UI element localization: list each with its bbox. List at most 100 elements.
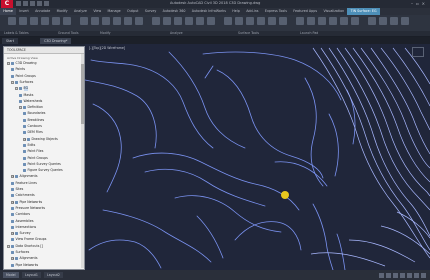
- viewport-controls[interactable]: [-][Top][2D Wireframe]: [89, 46, 125, 50]
- tree-node[interactable]: - Surfaces: [11, 80, 33, 85]
- tree-node[interactable]: View Frame Groups: [11, 237, 46, 242]
- tree-node[interactable]: - Definition: [19, 105, 43, 110]
- workspace-icon[interactable]: [414, 273, 419, 278]
- tree-node[interactable]: Intersections: [11, 225, 36, 230]
- snap-icon[interactable]: [386, 273, 391, 278]
- viewcube[interactable]: [412, 47, 424, 57]
- tree-node[interactable]: Figure Survey Queries: [23, 168, 63, 173]
- ribbon-tool-icon[interactable]: [390, 17, 398, 25]
- ribbon-tool-icon[interactable]: [368, 17, 376, 25]
- app-menu-button[interactable]: C: [1, 0, 13, 8]
- ribbon-panel-label[interactable]: Analyze: [170, 31, 183, 36]
- polar-icon[interactable]: [400, 273, 405, 278]
- tree-node[interactable]: Point Groups: [23, 156, 48, 161]
- tree-expander[interactable]: -: [19, 106, 22, 110]
- ribbon-tool-icon[interactable]: [340, 17, 348, 25]
- ribbon-tab[interactable]: Autodesk InfraWorks: [189, 8, 230, 15]
- tree-node[interactable]: DEM Files: [23, 130, 43, 135]
- ribbon-tool-icon[interactable]: [30, 17, 38, 25]
- ribbon-tab[interactable]: Home: [0, 8, 17, 15]
- ribbon-tab[interactable]: Survey: [142, 8, 160, 15]
- tree-node[interactable]: - Data Shortcuts []: [7, 244, 43, 249]
- tree-expander[interactable]: +: [11, 175, 14, 179]
- tab-layout2[interactable]: Layout2: [44, 272, 63, 278]
- open-icon[interactable]: [23, 1, 28, 6]
- tree-expander[interactable]: -: [11, 80, 14, 84]
- scrollbar-thumb[interactable]: [81, 64, 84, 124]
- ribbon-tool-icon[interactable]: [351, 17, 359, 25]
- ribbon-tool-icon[interactable]: [163, 17, 171, 25]
- ortho-icon[interactable]: [393, 273, 398, 278]
- tree-expander[interactable]: -: [15, 87, 18, 91]
- ribbon-tab[interactable]: Visualization: [320, 8, 347, 15]
- ribbon-panel-label[interactable]: Ground Tools: [58, 31, 79, 36]
- ribbon-tool-icon[interactable]: [19, 17, 27, 25]
- ribbon-tool-icon[interactable]: [80, 17, 88, 25]
- ribbon-tool-icon[interactable]: [174, 17, 182, 25]
- ribbon-tool-icon[interactable]: [63, 17, 71, 25]
- tree-node[interactable]: Point Groups: [11, 74, 36, 79]
- tree-node[interactable]: + Survey: [11, 231, 31, 236]
- tree-node[interactable]: + Pipe Networks: [11, 200, 42, 205]
- tree-node[interactable]: Edits: [23, 143, 35, 148]
- tree-node[interactable]: Masks: [19, 93, 33, 98]
- tab-layout1[interactable]: Layout1: [22, 272, 41, 278]
- ribbon-tab[interactable]: Express Tools: [262, 8, 290, 15]
- new-icon[interactable]: [16, 1, 21, 6]
- tree-node[interactable]: Catchments: [11, 193, 35, 198]
- file-tab-start[interactable]: Start: [2, 38, 19, 44]
- file-tab-drawing[interactable]: C3D Drawing*: [40, 38, 72, 44]
- tree-node[interactable]: Pipe Networks: [11, 263, 38, 268]
- ribbon-tool-icon[interactable]: [152, 17, 160, 25]
- ribbon-tool-icon[interactable]: [401, 17, 409, 25]
- ribbon-tool-icon[interactable]: [8, 17, 16, 25]
- ribbon-tool-icon[interactable]: [207, 17, 215, 25]
- ribbon-tool-icon[interactable]: [257, 17, 265, 25]
- redo-icon[interactable]: [44, 1, 49, 6]
- tree-node[interactable]: Contours: [23, 124, 42, 129]
- ribbon-tool-icon[interactable]: [307, 17, 315, 25]
- tree-node[interactable]: Breaklines: [23, 118, 44, 123]
- tree-node[interactable]: Corridors: [11, 212, 30, 217]
- ribbon-tab[interactable]: Manage: [104, 8, 123, 15]
- tree-node[interactable]: Surfaces: [11, 250, 29, 255]
- tree-expander[interactable]: +: [23, 137, 26, 141]
- tree-node[interactable]: Boundaries: [23, 111, 45, 116]
- drawing-canvas[interactable]: [-][Top][2D Wireframe]: [85, 44, 430, 270]
- undo-icon[interactable]: [37, 1, 42, 6]
- grid-icon[interactable]: [379, 273, 384, 278]
- osnap-icon[interactable]: [407, 273, 412, 278]
- ribbon-tab[interactable]: Analyze: [71, 8, 90, 15]
- tree-node[interactable]: Feature Lines: [11, 181, 37, 186]
- ribbon-tool-icon[interactable]: [113, 17, 121, 25]
- tree-expander[interactable]: -: [7, 244, 10, 248]
- ribbon-tool-icon[interactable]: [196, 17, 204, 25]
- tree-node[interactable]: + Drawing Objects: [23, 137, 58, 142]
- ribbon-tab[interactable]: View: [90, 8, 104, 15]
- ribbon-tab[interactable]: Modify: [53, 8, 70, 15]
- tree-node[interactable]: - C3D Drawing: [7, 61, 36, 66]
- customize-icon[interactable]: [421, 273, 426, 278]
- ribbon-tool-icon[interactable]: [296, 17, 304, 25]
- ribbon-panel-label[interactable]: Modify: [100, 31, 111, 36]
- ribbon-tool-icon[interactable]: [135, 17, 143, 25]
- tree-node[interactable]: Point Files: [23, 149, 43, 154]
- ribbon-tool-icon[interactable]: [268, 17, 276, 25]
- ribbon-tab[interactable]: TIN Surface: EG: [347, 8, 380, 15]
- ribbon-tool-icon[interactable]: [379, 17, 387, 25]
- tab-model[interactable]: Model: [3, 272, 19, 278]
- ribbon-tab[interactable]: Output: [124, 8, 142, 15]
- ribbon-tool-icon[interactable]: [52, 17, 60, 25]
- tree-expander[interactable]: -: [7, 62, 10, 65]
- tree-expander[interactable]: +: [11, 200, 14, 204]
- ribbon-tab[interactable]: Annotate: [32, 8, 53, 15]
- ribbon-tool-icon[interactable]: [246, 17, 254, 25]
- tree-node[interactable]: + Alignments: [11, 174, 38, 179]
- ribbon-tool-icon[interactable]: [41, 17, 49, 25]
- ribbon-tool-icon[interactable]: [102, 17, 110, 25]
- tree-node[interactable]: Point Survey Queries: [23, 162, 61, 167]
- tree-node[interactable]: - EG: [15, 86, 28, 92]
- tree-node[interactable]: Watersheds: [19, 99, 42, 104]
- tree-node[interactable]: + Alignments: [11, 256, 38, 261]
- ribbon-tool-icon[interactable]: [91, 17, 99, 25]
